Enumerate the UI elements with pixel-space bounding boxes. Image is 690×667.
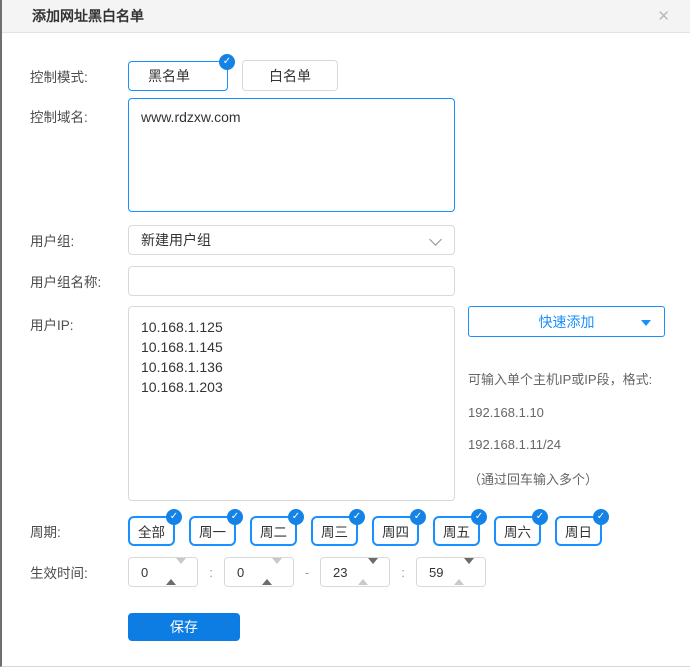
end-minute-value: 59 xyxy=(429,565,443,580)
period-toggle-sat[interactable]: 周六 ✓ xyxy=(494,516,541,546)
time-colon-separator: : xyxy=(206,565,216,580)
caret-down-icon xyxy=(641,320,651,326)
user-group-selected-value: 新建用户组 xyxy=(141,230,211,250)
arrow-down-icon[interactable] xyxy=(368,558,378,579)
effective-time-label: 生效时间: xyxy=(30,562,128,582)
ip-help-example-1: 192.168.1.10 xyxy=(468,405,665,420)
stepper-arrows-icon[interactable] xyxy=(166,564,186,579)
period-toggle-thu[interactable]: 周四 ✓ xyxy=(372,516,419,546)
end-hour-stepper[interactable]: 23 xyxy=(320,557,390,587)
user-group-select[interactable]: 新建用户组 xyxy=(128,225,455,255)
period-toggle-label: 周三 xyxy=(321,521,348,541)
period-toggle-label: 周四 xyxy=(382,521,409,541)
check-badge-icon: ✓ xyxy=(532,509,548,525)
user-group-label: 用户组: xyxy=(30,230,128,250)
control-domain-label: 控制域名: xyxy=(30,98,128,126)
period-toggle-tue[interactable]: 周二 ✓ xyxy=(250,516,297,546)
blacklist-toggle-label: 黑名单 xyxy=(148,66,190,86)
dialog-form: 控制模式: 黑名单 ✓ 白名单 控制域名: www.rdzxw.com 用户组:… xyxy=(2,33,690,641)
period-toggle-label: 周日 xyxy=(565,521,592,541)
start-hour-stepper[interactable]: 0 xyxy=(128,557,198,587)
arrow-up-icon[interactable] xyxy=(166,564,176,585)
stepper-arrows-icon[interactable] xyxy=(358,564,378,579)
ip-format-help: 可输入单个主机IP或IP段，格式: 192.168.1.10 192.168.1… xyxy=(468,369,665,488)
period-toggle-mon[interactable]: 周一 ✓ xyxy=(189,516,236,546)
ip-help-line: 可输入单个主机IP或IP段，格式: xyxy=(468,369,665,388)
user-ip-row: 用户IP: 10.168.1.125 10.168.1.145 10.168.1… xyxy=(30,306,665,501)
period-toggle-wed[interactable]: 周三 ✓ xyxy=(311,516,358,546)
user-ip-textarea[interactable]: 10.168.1.125 10.168.1.145 10.168.1.136 1… xyxy=(128,306,455,501)
control-domain-textarea[interactable]: www.rdzxw.com xyxy=(128,98,455,212)
check-badge-icon: ✓ xyxy=(593,509,609,525)
chevron-down-icon xyxy=(429,233,442,246)
control-mode-row: 控制模式: 黑名单 ✓ 白名单 xyxy=(30,60,665,91)
period-row: 周期: 全部 ✓ 周一 ✓ 周二 ✓ 周三 ✓ 周四 ✓ 周五 xyxy=(30,516,665,546)
check-badge-icon: ✓ xyxy=(410,509,426,525)
whitelist-toggle-button[interactable]: 白名单 xyxy=(242,60,338,91)
quick-add-button[interactable]: 快速添加 xyxy=(468,306,665,337)
whitelist-toggle-label: 白名单 xyxy=(269,66,311,86)
control-mode-label: 控制模式: xyxy=(30,66,128,86)
user-ip-label: 用户IP: xyxy=(30,306,128,334)
arrow-down-icon xyxy=(176,558,186,579)
end-minute-stepper[interactable]: 59 xyxy=(416,557,486,587)
period-toggle-sun[interactable]: 周日 ✓ xyxy=(555,516,602,546)
user-group-name-label: 用户组名称: xyxy=(30,271,128,291)
effective-time-row: 生效时间: 0 : 0 - 23 xyxy=(30,557,665,587)
add-url-blacklist-dialog: 添加网址黑白名单 ✕ 控制模式: 黑名单 ✓ 白名单 控制域名: www.rdz… xyxy=(0,0,690,667)
check-badge-icon: ✓ xyxy=(219,54,235,70)
period-toggle-label: 全部 xyxy=(138,521,165,541)
arrow-up-icon xyxy=(358,564,368,585)
check-badge-icon: ✓ xyxy=(288,509,304,525)
stepper-arrows-icon[interactable] xyxy=(454,564,474,579)
period-label: 周期: xyxy=(30,521,128,541)
check-badge-icon: ✓ xyxy=(166,509,182,525)
control-domain-row: 控制域名: www.rdzxw.com xyxy=(30,98,665,212)
period-toggle-fri[interactable]: 周五 ✓ xyxy=(433,516,480,546)
stepper-arrows-icon[interactable] xyxy=(262,564,282,579)
ip-help-example-2: 192.168.1.11/24 xyxy=(468,437,665,452)
period-toggle-label: 周二 xyxy=(260,521,287,541)
start-minute-value: 0 xyxy=(237,565,244,580)
time-colon-separator: : xyxy=(398,565,408,580)
period-toggle-label: 周五 xyxy=(443,521,470,541)
check-badge-icon: ✓ xyxy=(471,509,487,525)
check-badge-icon: ✓ xyxy=(227,509,243,525)
end-hour-value: 23 xyxy=(333,565,347,580)
start-minute-stepper[interactable]: 0 xyxy=(224,557,294,587)
arrow-down-icon[interactable] xyxy=(464,558,474,579)
quick-add-label: 快速添加 xyxy=(539,312,595,332)
dialog-title: 添加网址黑白名单 xyxy=(32,6,144,26)
time-range-dash: - xyxy=(302,565,312,580)
arrow-up-icon xyxy=(454,564,464,585)
arrow-up-icon[interactable] xyxy=(262,564,272,585)
period-toggle-all[interactable]: 全部 ✓ xyxy=(128,516,175,546)
save-button[interactable]: 保存 xyxy=(128,613,240,641)
arrow-down-icon xyxy=(272,558,282,579)
period-toggle-label: 周一 xyxy=(199,521,226,541)
check-badge-icon: ✓ xyxy=(349,509,365,525)
start-hour-value: 0 xyxy=(141,565,148,580)
ip-help-line: （通过回车输入多个） xyxy=(468,469,665,488)
user-ip-side-panel: 快速添加 可输入单个主机IP或IP段，格式: 192.168.1.10 192.… xyxy=(468,306,665,488)
user-group-name-row: 用户组名称: xyxy=(30,266,665,296)
dialog-titlebar: 添加网址黑白名单 ✕ xyxy=(2,0,690,33)
user-group-row: 用户组: 新建用户组 xyxy=(30,225,665,255)
blacklist-toggle-button[interactable]: 黑名单 ✓ xyxy=(128,61,228,91)
period-toggle-label: 周六 xyxy=(504,521,531,541)
close-icon[interactable]: ✕ xyxy=(653,7,674,26)
user-group-name-input[interactable] xyxy=(128,266,455,296)
